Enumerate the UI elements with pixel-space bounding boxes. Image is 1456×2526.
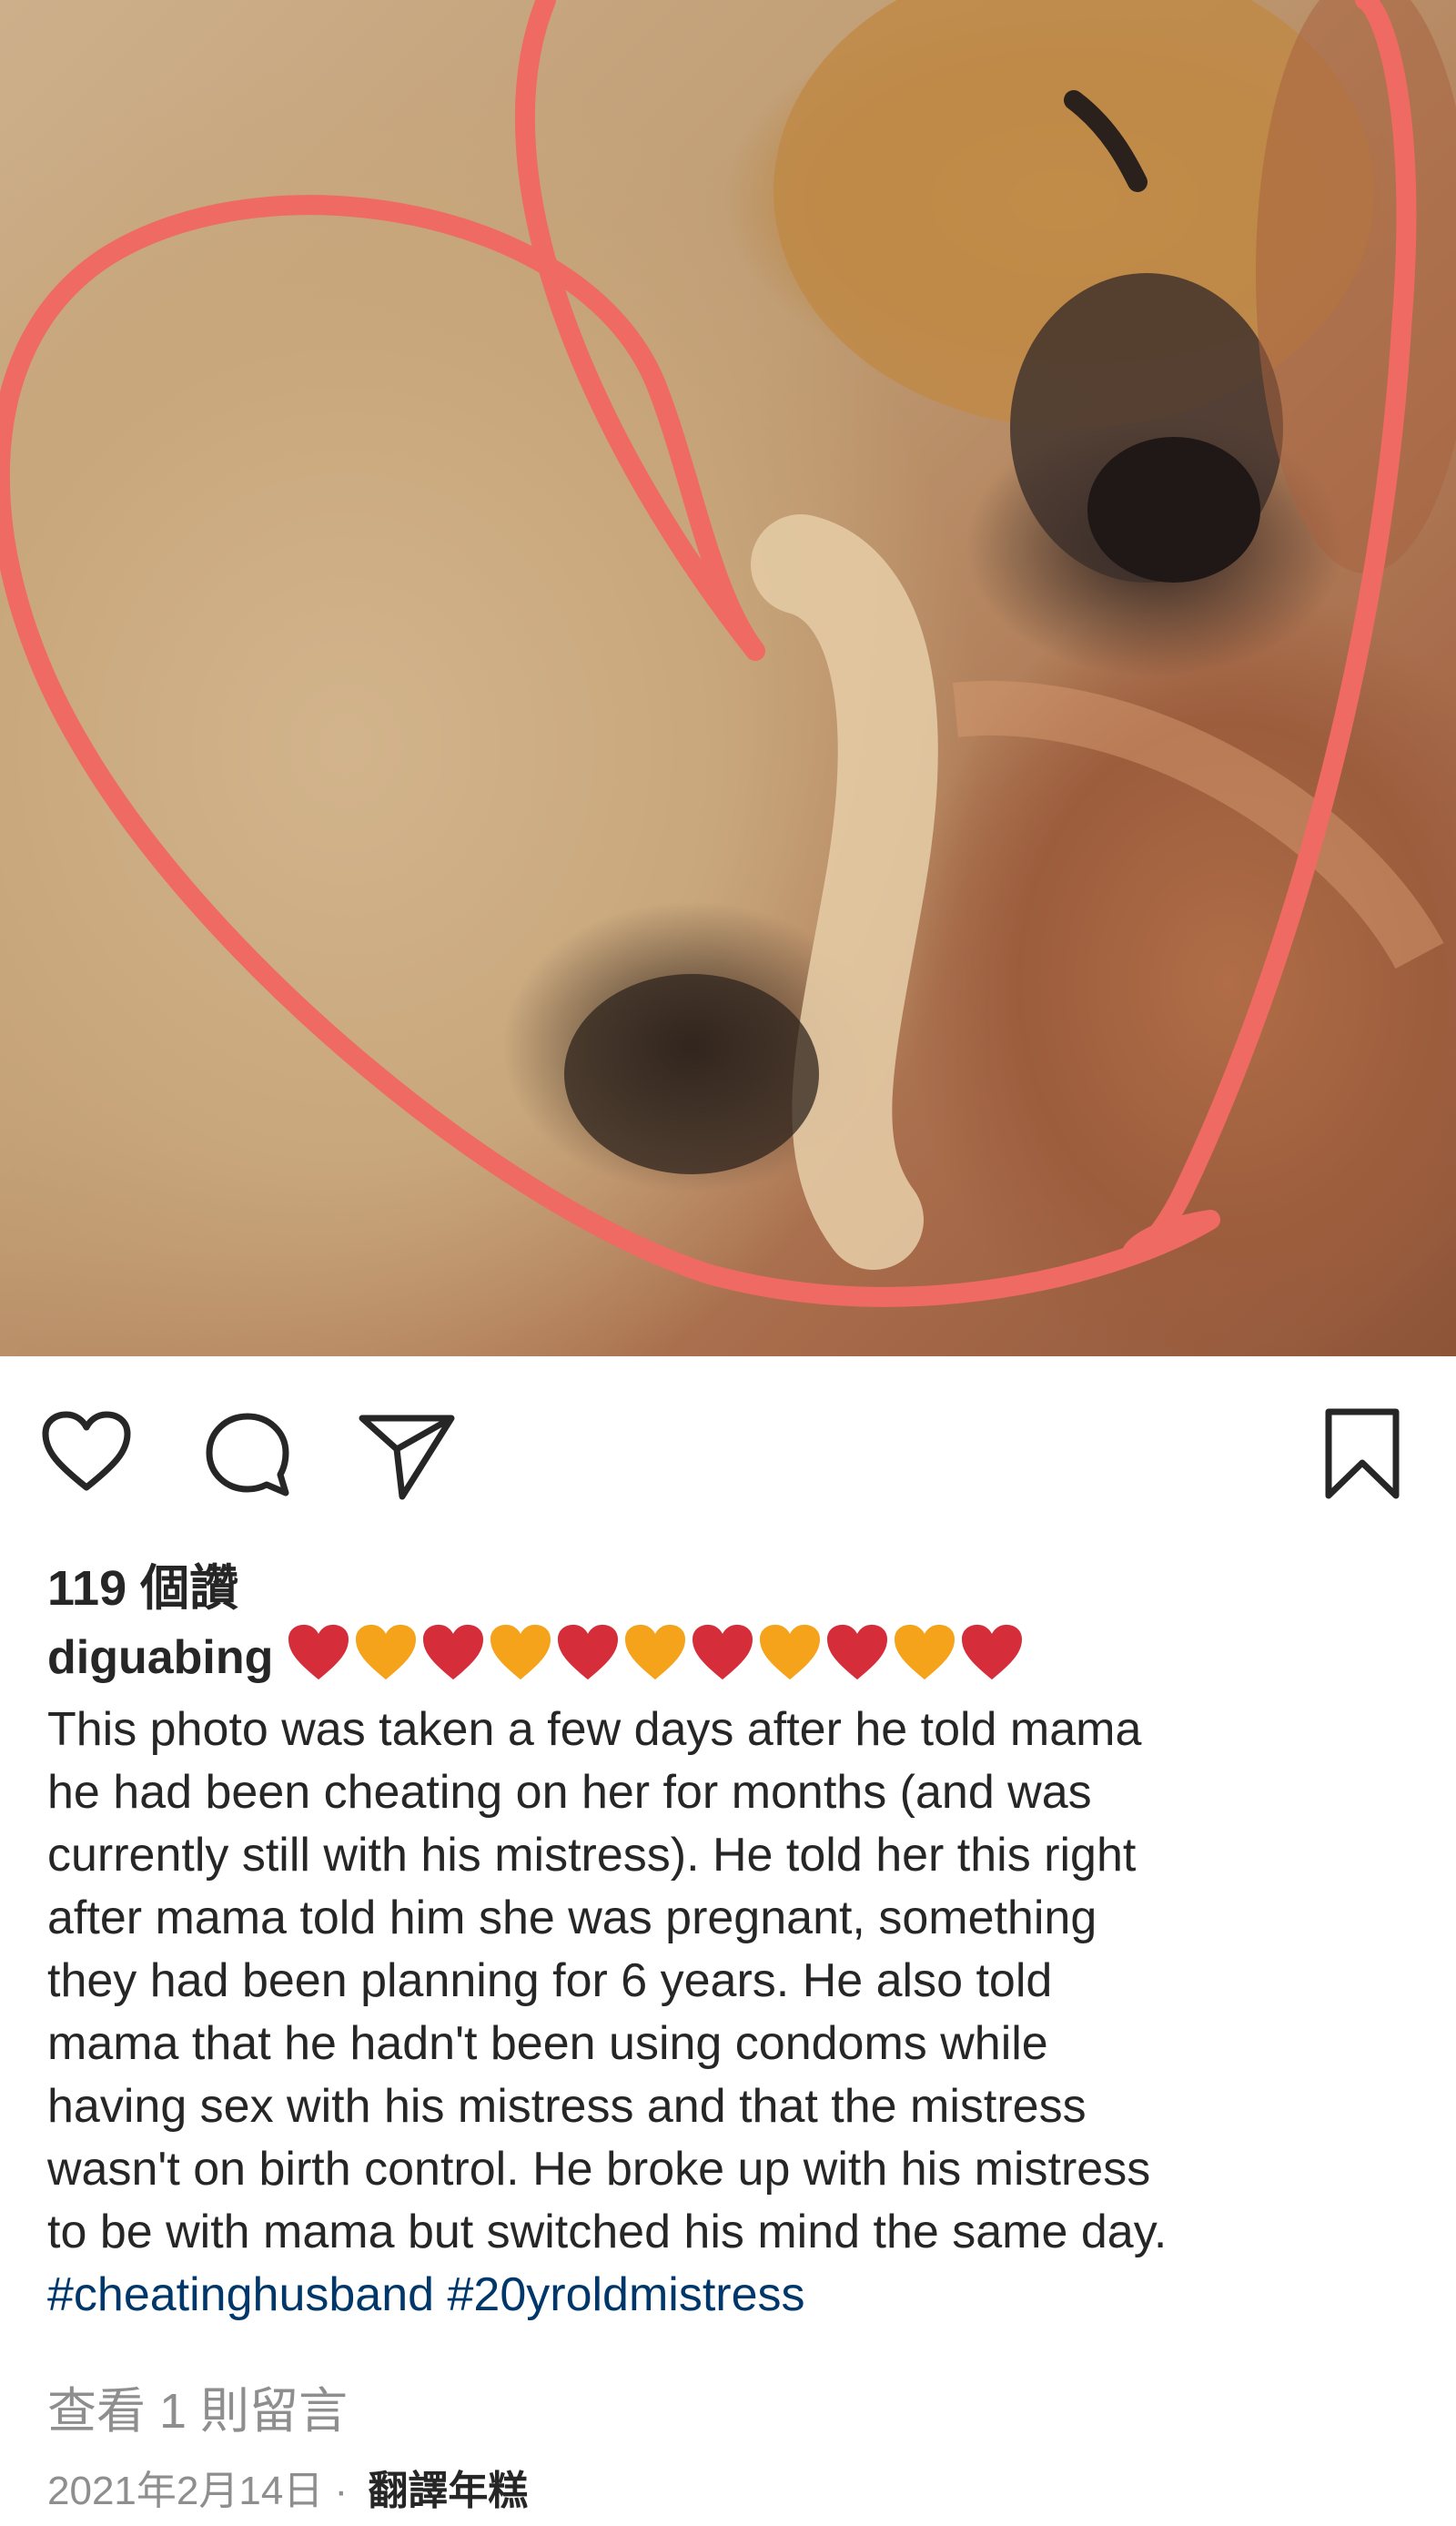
post-date: 2021年2月14日 [47,2469,324,2513]
red-heart-icon [827,1624,888,1680]
red-heart-icon [288,1624,349,1680]
post-caption: diguabing This photo was taken a few day… [47,1622,1412,2327]
caption-line: after mama told him she was pregnant, so… [47,1892,1097,1944]
view-comments-link[interactable]: 查看 1 則留言 [47,2370,348,2442]
hashtag-link[interactable]: #cheatinghusband [47,2268,434,2321]
orange-heart-icon [490,1624,551,1680]
caption-line: This photo was taken a few days after he… [47,1703,1142,1756]
like-count[interactable]: 119 個讚 [47,1547,238,1619]
orange-heart-icon [625,1624,686,1680]
post-photo[interactable] [0,0,1456,1356]
red-heart-icon [558,1624,619,1680]
heart-emojis [286,1622,1026,1699]
caption-line: wasn't on birth control. He broke up wit… [47,2143,1151,2196]
username-link[interactable]: diguabing [47,1631,273,1684]
red-heart-icon [693,1624,753,1680]
orange-heart-icon [356,1624,417,1680]
action-bar [0,1356,1456,1538]
translate-link[interactable]: 翻譯年糕 [368,2469,528,2513]
drawn-heart-outline [0,0,1417,1307]
caption-line: mama that he hadn't been using condoms w… [47,2017,1048,2070]
caption-line: having sex with his mistress and that th… [47,2080,1087,2133]
heart-outline-icon[interactable] [41,1411,132,1493]
caption-line: he had been cheating on her for months (… [47,1766,1092,1819]
red-heart-icon [962,1624,1023,1680]
caption-line: they had been planning for 6 years. He a… [47,1954,1053,2007]
caption-line: to be with mama but switched his mind th… [47,2206,1168,2258]
bookmark-icon[interactable] [1321,1406,1403,1502]
speech-bubble-icon[interactable] [202,1409,293,1500]
orange-heart-icon [760,1624,821,1680]
red-heart-icon [423,1624,484,1680]
orange-heart-icon [895,1624,956,1680]
paper-plane-icon[interactable] [357,1409,457,1500]
post-date-row: 2021年2月14日 · 翻譯年糕 [47,2458,528,2516]
hashtag-link[interactable]: #20yroldmistress [448,2268,805,2321]
caption-line: currently still with his mistress). He t… [47,1829,1137,1882]
date-separator: · [323,2469,359,2513]
